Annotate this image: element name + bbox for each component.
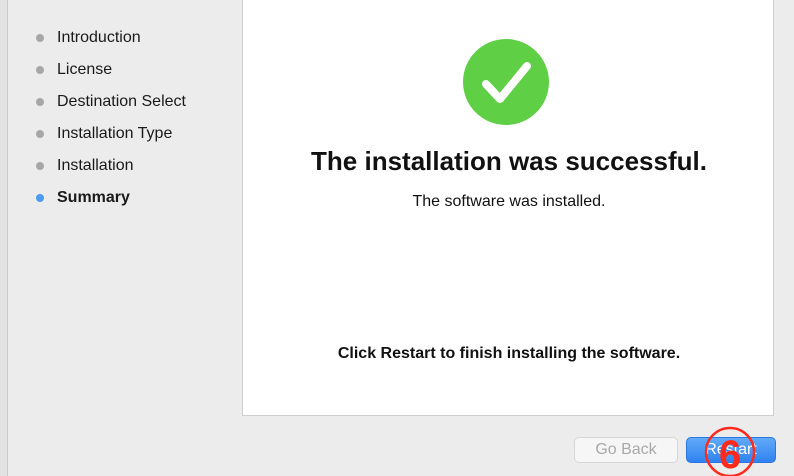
step-dot-active-icon [36, 194, 44, 202]
step-destination-select: Destination Select [36, 86, 186, 118]
step-dot-icon [36, 162, 44, 170]
installer-steps-sidebar: Introduction License Destination Select … [8, 0, 240, 476]
checkmark-circle-icon [463, 39, 549, 125]
steps-list: Introduction License Destination Select … [36, 22, 186, 214]
step-label: Summary [57, 189, 130, 206]
go-back-button[interactable]: Go Back [574, 437, 678, 463]
step-summary: Summary [36, 182, 186, 214]
success-title: The installation was successful. [311, 146, 707, 176]
step-installation: Installation [36, 150, 186, 182]
restart-instruction: Click Restart to finish installing the s… [337, 345, 681, 362]
step-installation-type: Installation Type [36, 118, 186, 150]
window-left-edge [0, 0, 8, 476]
step-dot-icon [36, 98, 44, 106]
step-dot-icon [36, 34, 44, 42]
summary-panel: The installation was successful. The sof… [242, 0, 774, 416]
success-subtitle: The software was installed. [412, 193, 606, 210]
step-dot-icon [36, 130, 44, 138]
step-label: Installation Type [57, 125, 173, 142]
step-license: License [36, 54, 186, 86]
step-label: Installation [57, 157, 134, 174]
step-label: Destination Select [57, 93, 186, 110]
step-introduction: Introduction [36, 22, 186, 54]
step-label: Introduction [57, 29, 141, 46]
restart-button[interactable]: Restart [686, 437, 776, 463]
installer-window: Introduction License Destination Select … [0, 0, 794, 476]
step-dot-icon [36, 66, 44, 74]
step-label: License [57, 61, 113, 78]
